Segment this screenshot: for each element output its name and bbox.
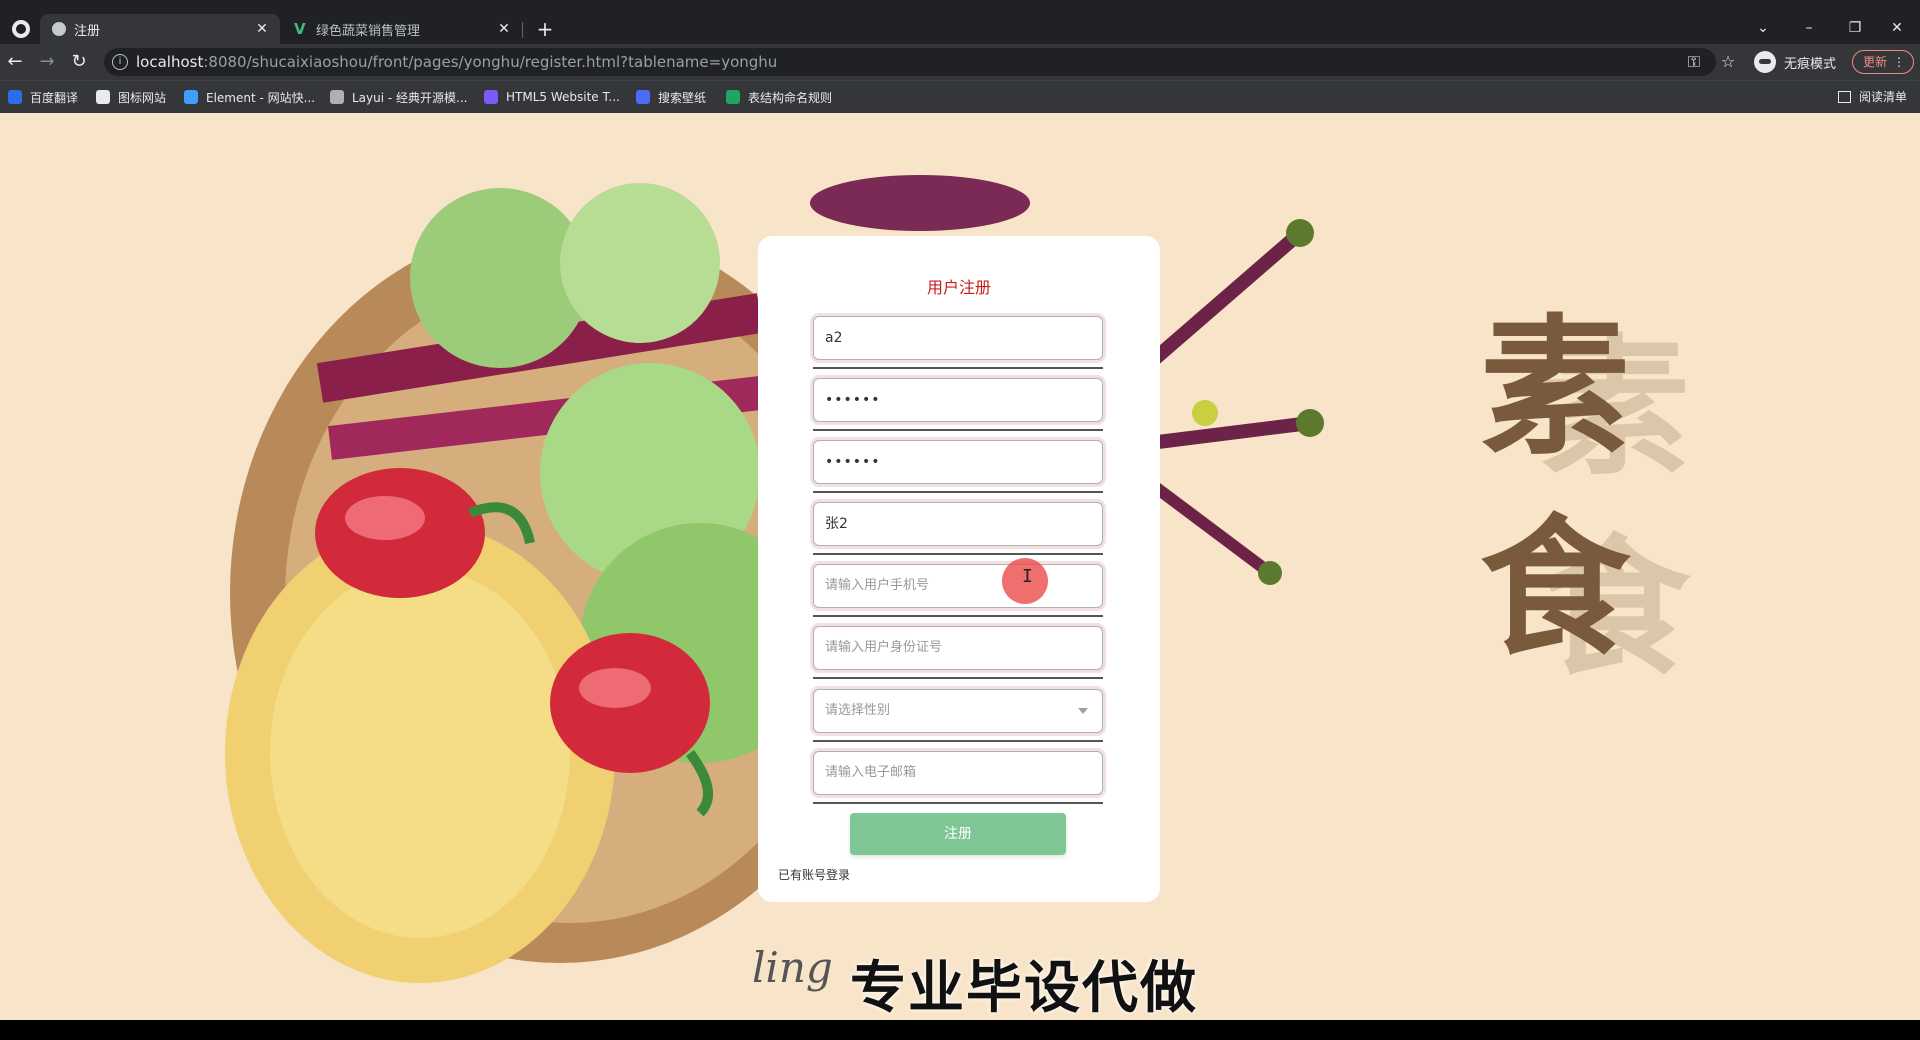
signature: ling — [752, 943, 833, 992]
incognito-profile[interactable]: 无痕模式 — [1754, 49, 1836, 75]
bookmark-item[interactable]: Element - 网站快... — [184, 88, 315, 106]
reload-icon[interactable]: ↻ — [66, 49, 92, 75]
table-icon — [726, 90, 740, 104]
window-close-icon[interactable]: ✕ — [1874, 14, 1920, 44]
email-input[interactable]: 请输入电子邮箱 — [813, 751, 1103, 795]
flag-icon — [96, 90, 110, 104]
register-page: 素 素 食 食 用户注册 a2 •••••• •••••• 张2 请输入用户手机… — [0, 113, 1920, 1020]
back-icon[interactable]: ← — [2, 49, 28, 75]
field-underline — [813, 677, 1103, 679]
tab-title: 绿色蔬菜销售管理 — [316, 23, 421, 39]
field-underline — [813, 802, 1103, 804]
tab-strip: 注册 ✕ V 绿色蔬菜销售管理 ✕ + ⌄ – ❐ ✕ — [0, 14, 1920, 44]
browser-chrome: 注册 ✕ V 绿色蔬菜销售管理 ✕ + ⌄ – ❐ ✕ ← → ↻ i loca… — [0, 0, 1920, 113]
field-underline — [813, 740, 1103, 742]
bookmark-item[interactable]: Layui - 经典开源模... — [330, 88, 467, 106]
url-text[interactable]: localhost:8080/shucaixiaoshou/front/page… — [136, 53, 777, 71]
stalk-shape — [1146, 478, 1274, 578]
globe-icon — [52, 22, 66, 36]
gender-select-placeholder: 请选择性别 — [825, 703, 891, 718]
tab-separator — [522, 22, 523, 38]
calligraphy-su: 素 — [1480, 300, 1631, 476]
vue-icon: V — [294, 20, 306, 38]
name-input[interactable]: 张2 — [813, 502, 1103, 546]
toolbar: ← → ↻ i localhost:8080/shucaixiaoshou/fr… — [0, 44, 1920, 80]
register-button[interactable]: 注册 — [850, 813, 1066, 855]
new-tab-button[interactable]: + — [532, 16, 558, 42]
tab-title: 注册 — [74, 23, 101, 39]
field-underline — [813, 615, 1103, 617]
melon-highlight — [270, 568, 570, 938]
bookmark-star-icon[interactable]: ☆ — [1714, 48, 1742, 76]
register-card: 用户注册 a2 •••••• •••••• 张2 请输入用户手机号 请输入用户身… — [758, 236, 1160, 902]
confirm-password-input[interactable]: •••••• — [813, 440, 1103, 484]
browser-menu-icon[interactable] — [12, 20, 30, 38]
bookmark-item[interactable]: 图标网站 — [96, 88, 166, 106]
id-card-input[interactable]: 请输入用户身份证号 — [813, 626, 1103, 670]
element-icon — [184, 90, 198, 104]
forward-icon[interactable]: → — [34, 49, 60, 75]
bookmark-item[interactable]: 百度翻译 — [8, 88, 78, 106]
watermark-text: 专业毕设代做 — [850, 956, 1198, 1020]
translate-icon — [8, 90, 22, 104]
text-cursor-icon: I — [1022, 566, 1033, 587]
form-title: 用户注册 — [926, 278, 991, 297]
field-underline — [813, 491, 1103, 493]
site-info-icon[interactable]: i — [112, 54, 128, 70]
incognito-icon — [1754, 51, 1776, 73]
leaf-shape — [1258, 561, 1282, 585]
tab-search-icon[interactable]: ⌄ — [1740, 14, 1786, 44]
bookmark-item[interactable]: HTML5 Website T... — [484, 88, 620, 106]
leaf-shape — [1296, 409, 1324, 437]
pepper-highlight — [345, 496, 425, 540]
wallpaper-icon — [636, 90, 650, 104]
field-underline — [813, 553, 1103, 555]
field-underline — [813, 367, 1103, 369]
password-input[interactable]: •••••• — [813, 378, 1103, 422]
calligraphy-shi: 食 — [1480, 500, 1631, 676]
tab-vegetable-sales[interactable]: V 绿色蔬菜销售管理 ✕ — [282, 14, 522, 44]
layui-icon — [330, 90, 344, 104]
video-bottom-bar — [0, 1020, 1920, 1040]
profile-label: 无痕模式 — [1784, 56, 1837, 72]
tab-close-icon[interactable]: ✕ — [494, 21, 514, 37]
reading-list-button[interactable]: 阅读清单 — [1838, 88, 1907, 105]
update-label: 更新 — [1863, 55, 1888, 69]
stalk-shape — [1149, 416, 1311, 450]
bookmark-item[interactable]: 表结构命名规则 — [726, 88, 832, 106]
gender-select[interactable]: 请选择性别 — [813, 689, 1103, 733]
update-button[interactable]: 更新 ⋮ — [1852, 50, 1914, 74]
html5-icon — [484, 90, 498, 104]
stalk-shape — [1145, 227, 1305, 369]
reading-list-icon — [1838, 90, 1851, 103]
phone-input[interactable]: 请输入用户手机号 — [813, 564, 1103, 608]
dropdown-arrow-icon — [1078, 708, 1088, 714]
eggplant-shape — [810, 175, 1030, 231]
address-bar[interactable]: i localhost:8080/shucaixiaoshou/front/pa… — [104, 48, 1716, 76]
username-input[interactable]: a2 — [813, 316, 1103, 360]
bookmark-item[interactable]: 搜索壁纸 — [636, 88, 706, 106]
tab-close-icon[interactable]: ✕ — [252, 21, 272, 37]
kebab-menu-icon[interactable]: ⋮ — [1893, 51, 1905, 73]
password-key-icon[interactable]: ⚿ — [1680, 48, 1708, 76]
pepper-highlight — [579, 668, 651, 708]
leaf-shape — [1192, 400, 1218, 426]
restore-icon[interactable]: ❐ — [1832, 14, 1878, 44]
tab-register[interactable]: 注册 ✕ — [40, 14, 280, 44]
minimize-icon[interactable]: – — [1786, 14, 1832, 44]
cabbage-shape — [560, 183, 720, 343]
leaf-shape — [1286, 219, 1314, 247]
login-link[interactable]: 已有账号登录 — [778, 866, 850, 883]
bookmarks-bar: 百度翻译 图标网站 Element - 网站快... Layui - 经典开源模… — [0, 80, 1920, 113]
field-underline — [813, 429, 1103, 431]
